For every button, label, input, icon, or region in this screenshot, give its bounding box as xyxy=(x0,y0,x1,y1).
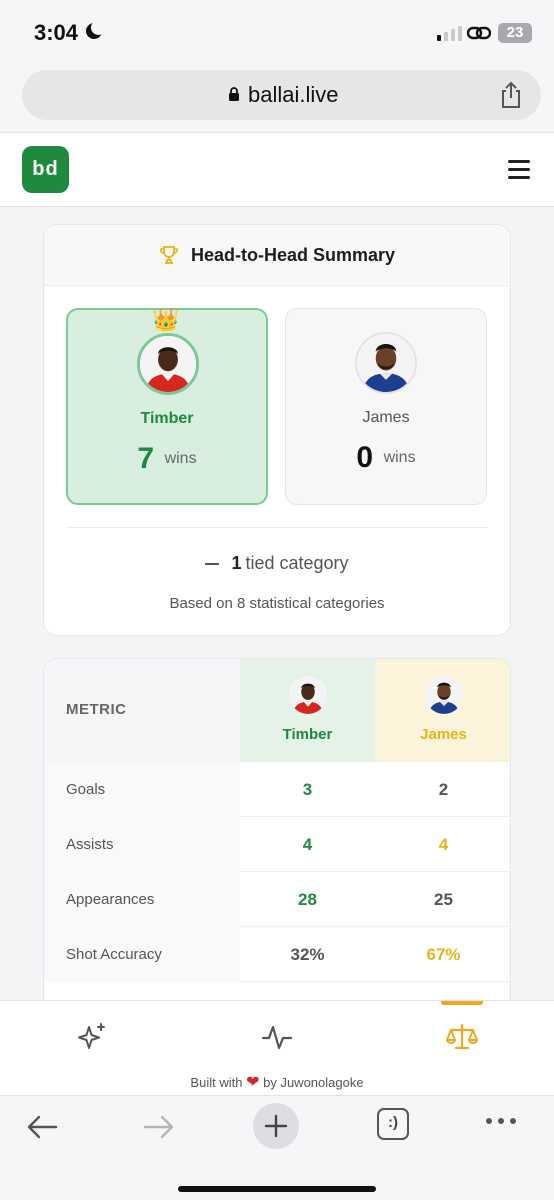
player-name: Timber xyxy=(140,410,194,427)
head-to-head-summary-card: Head-to-Head Summary 👑 Timber 7 wins Jam… xyxy=(43,224,511,636)
wins-count: 0 wins xyxy=(286,441,486,475)
trophy-icon xyxy=(160,246,178,264)
share-icon[interactable] xyxy=(499,81,523,109)
address-bar[interactable]: ballai.live xyxy=(22,70,541,120)
summary-title: Head-to-Head Summary xyxy=(190,244,396,265)
player-photo-icon xyxy=(140,336,196,392)
new-tab-button[interactable] xyxy=(253,1103,299,1149)
avatar xyxy=(137,333,199,395)
back-arrow-icon[interactable] xyxy=(24,1110,60,1144)
site-header: bd xyxy=(0,132,554,207)
link-icon xyxy=(467,26,491,40)
table-row: Assists 4 4 xyxy=(44,817,510,872)
column-header-timber: Timber xyxy=(240,659,375,762)
url-text: ballai.live xyxy=(248,82,339,107)
home-indicator xyxy=(178,1186,376,1192)
moon-icon xyxy=(86,20,106,39)
avatar xyxy=(355,332,417,394)
table-row: Appearances 28 25 xyxy=(44,872,510,927)
metric-label: Assists xyxy=(44,817,240,872)
tied-label: tied category xyxy=(245,553,349,573)
metric-header-label: METRIC xyxy=(66,701,127,718)
built-with-label: Built with xyxy=(190,1075,243,1090)
browser-toolbar: :) xyxy=(0,1095,554,1200)
table-header: METRIC Timber James xyxy=(44,659,510,762)
metric-column-header: METRIC xyxy=(44,659,240,762)
player1-value: 4 xyxy=(302,835,313,854)
comparison-table: METRIC Timber James Goals 3 2 Assists 4 … xyxy=(43,658,511,1000)
player-name: James xyxy=(362,409,410,426)
active-tab-indicator xyxy=(441,1001,483,1005)
wins-number: 7 xyxy=(137,442,155,475)
heart-icon: ❤ xyxy=(246,1074,260,1091)
avatar xyxy=(288,676,327,714)
player1-value: 32% xyxy=(290,945,325,964)
status-time: 3:04 xyxy=(34,20,79,45)
browser-address-area: ballai.live xyxy=(0,66,554,132)
activity-icon[interactable] xyxy=(261,1021,293,1053)
player-photo-icon xyxy=(357,334,415,392)
crown-icon: 👑 xyxy=(152,307,180,332)
player1-value: 3 xyxy=(302,780,313,799)
player-card-james[interactable]: James 0 wins xyxy=(285,308,487,505)
sparkles-icon[interactable] xyxy=(76,1021,108,1053)
player2-value: 67% xyxy=(426,945,461,964)
wins-label: wins xyxy=(383,449,416,466)
divider xyxy=(66,527,488,528)
avatar xyxy=(424,676,463,714)
based-on-text: Based on 8 statistical categories xyxy=(169,595,385,612)
more-icon[interactable] xyxy=(484,1116,518,1126)
lock-icon xyxy=(229,87,239,101)
wins-number: 0 xyxy=(356,441,374,474)
summary-header: Head-to-Head Summary xyxy=(44,225,510,286)
player1-value: 28 xyxy=(298,890,317,909)
player2-value: 2 xyxy=(438,780,449,799)
dash-icon xyxy=(205,563,220,566)
tied-count: 1 xyxy=(231,553,242,573)
column-player-name: James xyxy=(420,726,467,743)
scale-icon[interactable] xyxy=(446,1021,478,1053)
column-player-name: Timber xyxy=(282,726,333,743)
battery-icon: 23 xyxy=(498,23,532,43)
player-card-timber[interactable]: 👑 Timber 7 wins xyxy=(66,308,268,505)
site-logo[interactable]: bd xyxy=(22,146,69,193)
table-row: Shot Accuracy 32% 67% xyxy=(44,927,510,982)
wins-count: 7 wins xyxy=(68,442,266,476)
status-bar: 3:04 23 xyxy=(0,0,554,66)
signal-icon xyxy=(437,26,462,41)
app-bottom-nav: Built with ❤ by Juwonolagoke xyxy=(0,1000,554,1095)
main-content[interactable]: Head-to-Head Summary 👑 Timber 7 wins Jam… xyxy=(0,208,554,1000)
tied-categories: 1 tied category xyxy=(44,553,510,574)
player2-value: 4 xyxy=(438,835,449,854)
player-photo-icon xyxy=(424,676,463,714)
player2-value: 25 xyxy=(434,890,453,909)
metric-label: Goals xyxy=(44,762,240,817)
hamburger-menu-icon[interactable] xyxy=(508,160,530,179)
plus-icon xyxy=(264,1114,288,1138)
table-row: Goals 3 2 xyxy=(44,762,510,817)
metric-label: Shot Accuracy xyxy=(44,927,240,982)
author-label: by Juwonolagoke xyxy=(263,1075,364,1090)
built-with-credit: Built with ❤ by Juwonolagoke xyxy=(0,1072,554,1092)
forward-arrow-icon[interactable] xyxy=(141,1110,177,1144)
column-header-james: James xyxy=(375,659,510,762)
player-photo-icon xyxy=(288,676,327,714)
metric-label: Appearances xyxy=(44,872,240,927)
wins-label: wins xyxy=(164,450,197,467)
tabs-icon[interactable]: :) xyxy=(377,1108,409,1140)
